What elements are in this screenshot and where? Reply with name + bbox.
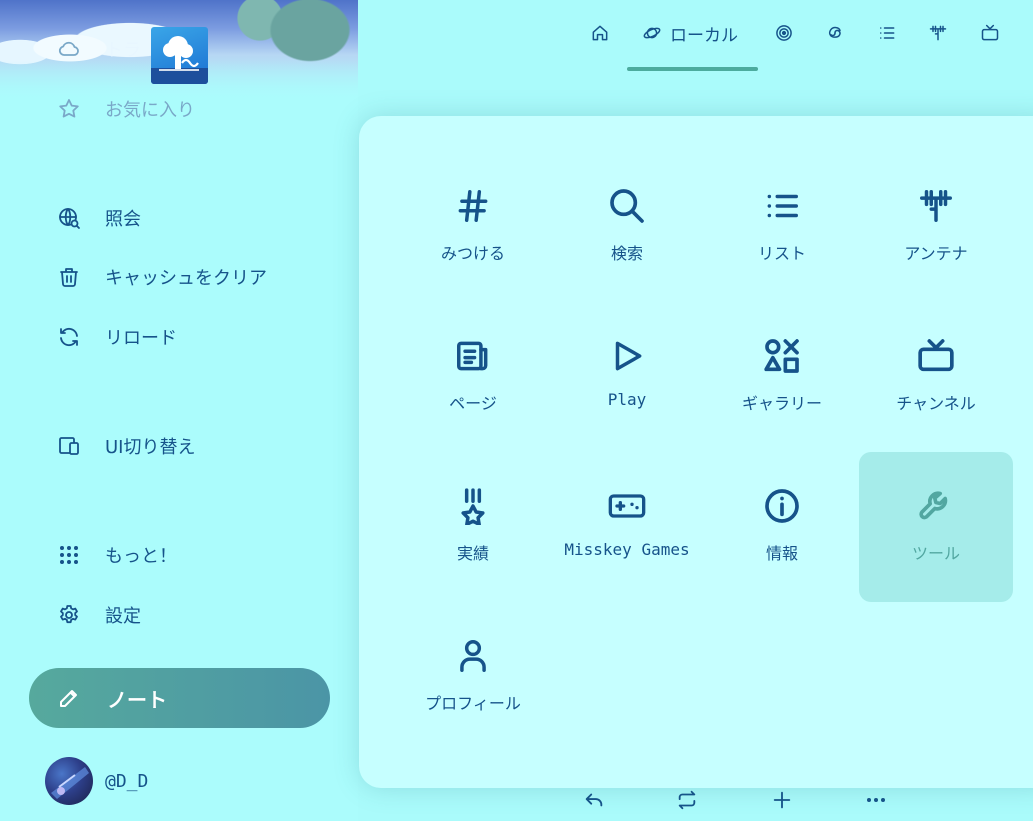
- antenna-icon: [916, 186, 956, 226]
- sidebar-item-label: 設定: [105, 606, 141, 627]
- menu-item-label: アンテナ: [904, 244, 968, 263]
- tab-home[interactable]: [590, 20, 610, 46]
- user-icon: [453, 636, 493, 676]
- trash-icon: [57, 265, 81, 289]
- wrench-icon: [916, 486, 956, 526]
- menu-item-label: Misskey Games: [564, 540, 690, 559]
- sidebar-item-switch-ui[interactable]: UI切り替え: [57, 431, 195, 461]
- sidebar-item-label: トラ: [105, 40, 141, 61]
- pencil-icon: [57, 686, 81, 710]
- cloud-icon: [57, 37, 81, 61]
- devices-icon: [57, 434, 81, 458]
- star-icon: [57, 97, 81, 121]
- renote-button[interactable]: [675, 788, 699, 812]
- sidebar-item-label: もっと！: [105, 546, 177, 567]
- list-icon: [877, 23, 897, 43]
- shapes-icon: [762, 336, 802, 376]
- note-button-label: ノート: [107, 687, 167, 712]
- repeat-icon: [676, 789, 698, 811]
- sidebar-item-timeline[interactable]: トラ: [57, 34, 141, 64]
- sidebar-item-lookup[interactable]: 照会: [57, 203, 141, 233]
- navigation-popup-menu: みつける 検索 リスト アンテナ ページ Play ギャラリー チャンネル 実績…: [359, 116, 1033, 788]
- tab-channel[interactable]: [980, 20, 1000, 46]
- menu-item-profile[interactable]: プロフィール: [396, 602, 550, 752]
- sidebar-item-label: お気に入り: [105, 100, 195, 121]
- menu-item-label: チャンネル: [896, 394, 976, 413]
- hash-icon: [453, 186, 493, 226]
- play-icon: [607, 336, 647, 376]
- search-icon: [607, 186, 647, 226]
- antenna-icon: [928, 23, 948, 43]
- active-tab-indicator: [627, 67, 758, 71]
- tab-local[interactable]: ローカル: [642, 20, 738, 46]
- gear-icon: [57, 603, 81, 627]
- sidebar-item-label: 照会: [105, 209, 141, 230]
- sidebar-item-reload[interactable]: リロード: [57, 322, 177, 352]
- home-icon: [590, 23, 610, 43]
- account-button[interactable]: @D_D: [45, 757, 148, 805]
- tab-list[interactable]: [877, 20, 897, 46]
- sidebar-item-favorites[interactable]: お気に入り: [57, 94, 195, 124]
- menu-item-label: 実績: [456, 544, 489, 563]
- menu-item-label: ページ: [449, 394, 497, 413]
- menu-item-label: プロフィール: [425, 694, 521, 713]
- more-button[interactable]: [864, 788, 888, 812]
- ripple-icon: [774, 23, 794, 43]
- medal-icon: [453, 486, 493, 526]
- gamepad-icon: [607, 486, 647, 526]
- planet-icon: [642, 23, 662, 43]
- account-name: @D_D: [105, 770, 149, 792]
- menu-item-channels[interactable]: チャンネル: [859, 302, 1013, 452]
- timeline-tabbar: ローカル: [358, 0, 1033, 80]
- menu-item-lists[interactable]: リスト: [705, 152, 859, 302]
- menu-item-label: 情報: [765, 544, 798, 563]
- info-icon: [762, 486, 802, 526]
- menu-item-play[interactable]: Play: [550, 302, 704, 452]
- menu-item-label: 検索: [610, 244, 643, 263]
- note-button[interactable]: ノート: [29, 668, 330, 728]
- menu-item-search[interactable]: 検索: [550, 152, 704, 302]
- menu-item-label: みつける: [440, 244, 505, 263]
- whirl-icon: [825, 23, 845, 43]
- sidebar: トラ お気に入り 照会 キャッシュをクリア リロード UI切り替え もっと！ 設…: [0, 0, 358, 821]
- grid-dots-icon: [57, 543, 81, 567]
- menu-item-achievements[interactable]: 実績: [396, 452, 550, 602]
- menu-item-label: ツール: [911, 544, 960, 563]
- sidebar-item-label: UI切り替え: [105, 437, 196, 458]
- sidebar-item-label: リロード: [105, 328, 177, 349]
- plus-icon: [771, 789, 793, 811]
- tab-social[interactable]: [774, 20, 794, 46]
- news-icon: [453, 336, 493, 376]
- sidebar-item-label: キャッシュをクリア: [105, 268, 267, 289]
- sidebar-item-clear-cache[interactable]: キャッシュをクリア: [57, 262, 267, 292]
- menu-item-label: リスト: [757, 244, 806, 263]
- sidebar-item-settings[interactable]: 設定: [57, 600, 141, 630]
- tv-icon: [916, 336, 956, 376]
- tab-label: ローカル: [670, 25, 738, 46]
- tab-antenna[interactable]: [928, 20, 948, 46]
- refresh-icon: [57, 325, 81, 349]
- menu-item-antennas[interactable]: アンテナ: [859, 152, 1013, 302]
- menu-item-about[interactable]: 情報: [705, 452, 859, 602]
- avatar: [45, 757, 93, 805]
- tv-icon: [980, 23, 1000, 43]
- menu-item-gallery[interactable]: ギャラリー: [705, 302, 859, 452]
- menu-item-explore[interactable]: みつける: [396, 152, 550, 302]
- reply-icon: [583, 789, 605, 811]
- menu-item-label: ギャラリー: [741, 394, 822, 413]
- menu-item-tools[interactable]: ツール: [859, 452, 1013, 602]
- sidebar-item-more[interactable]: もっと！: [57, 540, 177, 570]
- menu-item-label: Play: [607, 390, 647, 409]
- react-button[interactable]: [770, 788, 794, 812]
- instance-logo[interactable]: [151, 27, 208, 84]
- list-icon: [762, 186, 802, 226]
- reply-button[interactable]: [582, 788, 606, 812]
- globe-search-icon: [57, 206, 81, 230]
- ellipsis-icon: [864, 788, 888, 812]
- tab-global[interactable]: [825, 20, 845, 46]
- menu-item-games[interactable]: Misskey Games: [550, 452, 704, 602]
- menu-item-pages[interactable]: ページ: [396, 302, 550, 452]
